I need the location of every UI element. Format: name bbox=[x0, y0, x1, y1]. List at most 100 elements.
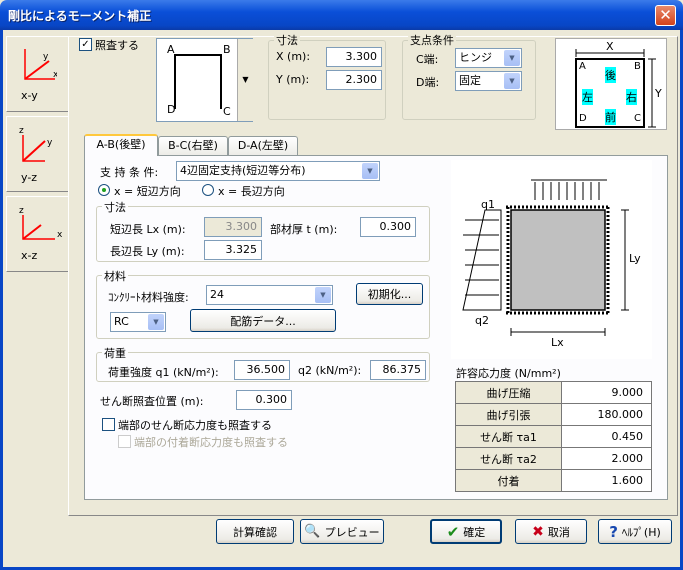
ly-label: 長辺長 Ly (m): bbox=[110, 245, 185, 258]
check-enable[interactable]: ✓ bbox=[79, 38, 92, 51]
support-d-value: 固定 bbox=[459, 74, 481, 87]
table-row: 付着 1.600 bbox=[455, 469, 652, 492]
chevron-down-icon[interactable]: ▼ bbox=[504, 73, 520, 89]
chevron-down-icon[interactable]: ▼ bbox=[148, 314, 164, 330]
tab-ab[interactable]: A-B(後壁) bbox=[84, 134, 158, 156]
allow-name: せん断 τa1 bbox=[455, 425, 562, 448]
rc-select[interactable]: RC ▼ bbox=[110, 312, 166, 332]
q2-input[interactable]: 86.375 bbox=[370, 360, 426, 380]
table-row: せん断 τa1 0.450 bbox=[455, 425, 652, 448]
plan-c: C bbox=[634, 113, 641, 124]
calc-check-button[interactable]: 計算確認 bbox=[216, 519, 294, 544]
check-shear[interactable] bbox=[102, 418, 115, 431]
tab-da[interactable]: D-A(左壁) bbox=[228, 136, 298, 156]
check-icon: ✔ bbox=[446, 522, 460, 541]
concrete-select[interactable]: 24 ▼ bbox=[206, 285, 333, 305]
allow-value: 2.000 bbox=[561, 447, 652, 470]
chevron-down-icon[interactable]: ▼ bbox=[362, 163, 378, 179]
t-input[interactable]: 0.300 bbox=[360, 217, 416, 237]
ly-input[interactable]: 3.325 bbox=[204, 240, 262, 260]
view-panel: yx x-y zy y-z zx x-z bbox=[6, 36, 68, 272]
calc-check-label: 計算確認 bbox=[233, 525, 277, 539]
rebar-button[interactable]: 配筋データ... bbox=[190, 309, 336, 332]
axis-xy-icon: yx bbox=[24, 49, 57, 80]
t-label: 部材厚 t (m): bbox=[270, 223, 338, 236]
view-label-xz: x-z bbox=[21, 249, 38, 262]
plan-b: B bbox=[634, 61, 641, 72]
plan-front: 前 bbox=[605, 109, 616, 125]
question-icon: ? bbox=[609, 522, 618, 541]
axis-xz-icon: zx bbox=[19, 206, 63, 240]
load-title: 荷重 bbox=[102, 345, 128, 361]
plan-left: 左 bbox=[582, 89, 593, 105]
init-button[interactable]: 初期化... bbox=[356, 283, 423, 305]
diagram-q2: q2 bbox=[475, 314, 489, 327]
allow-title: 許容応力度 (N/mm²) bbox=[456, 367, 561, 380]
dims-x-input[interactable]: 3.300 bbox=[326, 47, 382, 67]
dims-y-label: Y (m): bbox=[276, 73, 310, 86]
chevron-down-icon[interactable]: ▼ bbox=[315, 287, 331, 303]
allow-name: 曲げ圧縮 bbox=[455, 381, 562, 404]
plan-diagram: X Y A B D C 後 左 右 前 bbox=[555, 38, 667, 130]
tab-bc[interactable]: B-C(右壁) bbox=[158, 136, 228, 156]
cancel-label: 取消 bbox=[547, 525, 570, 539]
plan-a: A bbox=[579, 61, 586, 72]
lx-input: 3.300 bbox=[204, 217, 262, 237]
view-tab-yz[interactable]: zy y-z bbox=[6, 116, 68, 192]
dims-x-label: X (m): bbox=[276, 50, 311, 63]
view-tab-xy[interactable]: yx x-y bbox=[6, 36, 68, 112]
preview-button[interactable]: 🔍 プレビュー bbox=[300, 519, 384, 544]
support-cond-select[interactable]: 4辺固定支持(短辺等分布) ▼ bbox=[176, 161, 380, 181]
material-title: 材料 bbox=[102, 268, 128, 284]
radio-short[interactable] bbox=[98, 184, 110, 196]
plan-back: 後 bbox=[605, 67, 616, 83]
svg-text:z: z bbox=[19, 126, 24, 136]
support-c-label: C端: bbox=[416, 53, 439, 66]
shape-c: C bbox=[223, 105, 231, 118]
allow-value: 9.000 bbox=[561, 381, 652, 404]
support-c-select[interactable]: ヒンジ ▼ bbox=[455, 48, 522, 68]
q1-label: 荷重強度 q1 (kN/m²): bbox=[108, 366, 219, 379]
plan-d: D bbox=[579, 113, 587, 124]
dims-title: 寸法 bbox=[274, 32, 300, 48]
support-cond-label: 支 持 条 件: bbox=[100, 166, 159, 179]
support-title: 支点条件 bbox=[408, 32, 456, 48]
check-bond-label: 端部の付着断応力度も照査する bbox=[134, 436, 288, 449]
radio-long-label: x = 長辺方向 bbox=[218, 185, 285, 198]
shape-a: A bbox=[167, 43, 175, 56]
plan-right: 右 bbox=[626, 89, 637, 105]
svg-text:x: x bbox=[57, 230, 63, 240]
allow-name: 曲げ引張 bbox=[455, 403, 562, 426]
check-shear-label: 端部のせん断応力度も照査する bbox=[118, 419, 272, 432]
chevron-down-icon[interactable]: ▼ bbox=[237, 39, 253, 121]
window-title: 剛比によるモーメント補正 bbox=[8, 9, 152, 23]
cancel-button[interactable]: ✖ 取消 bbox=[515, 519, 587, 544]
load-diagram: q1 q2 Ly Lx bbox=[451, 160, 652, 359]
plan-y: Y bbox=[655, 87, 662, 100]
shape-selector[interactable]: A B D C ▼ bbox=[156, 38, 253, 122]
shear-pos-input[interactable]: 0.300 bbox=[236, 390, 292, 410]
allow-table: 曲げ圧縮 9.000 曲げ引張 180.000 せん断 τa1 0.450 せん断 τ… bbox=[455, 381, 652, 492]
chevron-down-icon[interactable]: ▼ bbox=[504, 50, 520, 66]
allow-name: せん断 τa2 bbox=[455, 447, 562, 470]
view-tab-xz[interactable]: zx x-z bbox=[6, 196, 68, 272]
lx-label: 短辺長 Lx (m): bbox=[110, 223, 186, 236]
q2-label: q2 (kN/m²): bbox=[298, 364, 362, 377]
q1-input[interactable]: 36.500 bbox=[234, 360, 290, 380]
diagram-q1: q1 bbox=[481, 198, 495, 211]
help-button[interactable]: ? ﾍﾙﾌﾟ(H) bbox=[598, 519, 672, 544]
support-cond-value: 4辺固定支持(短辺等分布) bbox=[180, 164, 306, 177]
svg-text:y: y bbox=[47, 138, 53, 148]
table-row: 曲げ圧縮 9.000 bbox=[455, 381, 652, 404]
axis-yz-icon: zy bbox=[19, 126, 53, 162]
table-row: せん断 τa2 2.000 bbox=[455, 447, 652, 470]
ok-button[interactable]: ✔ 確定 bbox=[430, 519, 502, 544]
help-label: ﾍﾙﾌﾟ(H) bbox=[621, 525, 661, 539]
diagram-lx: Lx bbox=[551, 336, 564, 349]
concrete-value: 24 bbox=[210, 288, 224, 301]
close-button[interactable]: ✕ bbox=[655, 5, 676, 26]
radio-long[interactable] bbox=[202, 184, 214, 196]
dims-y-input[interactable]: 2.300 bbox=[326, 70, 382, 90]
concrete-label: ｺﾝｸﾘｰﾄ材料強度: bbox=[108, 291, 189, 304]
support-d-select[interactable]: 固定 ▼ bbox=[455, 71, 522, 91]
